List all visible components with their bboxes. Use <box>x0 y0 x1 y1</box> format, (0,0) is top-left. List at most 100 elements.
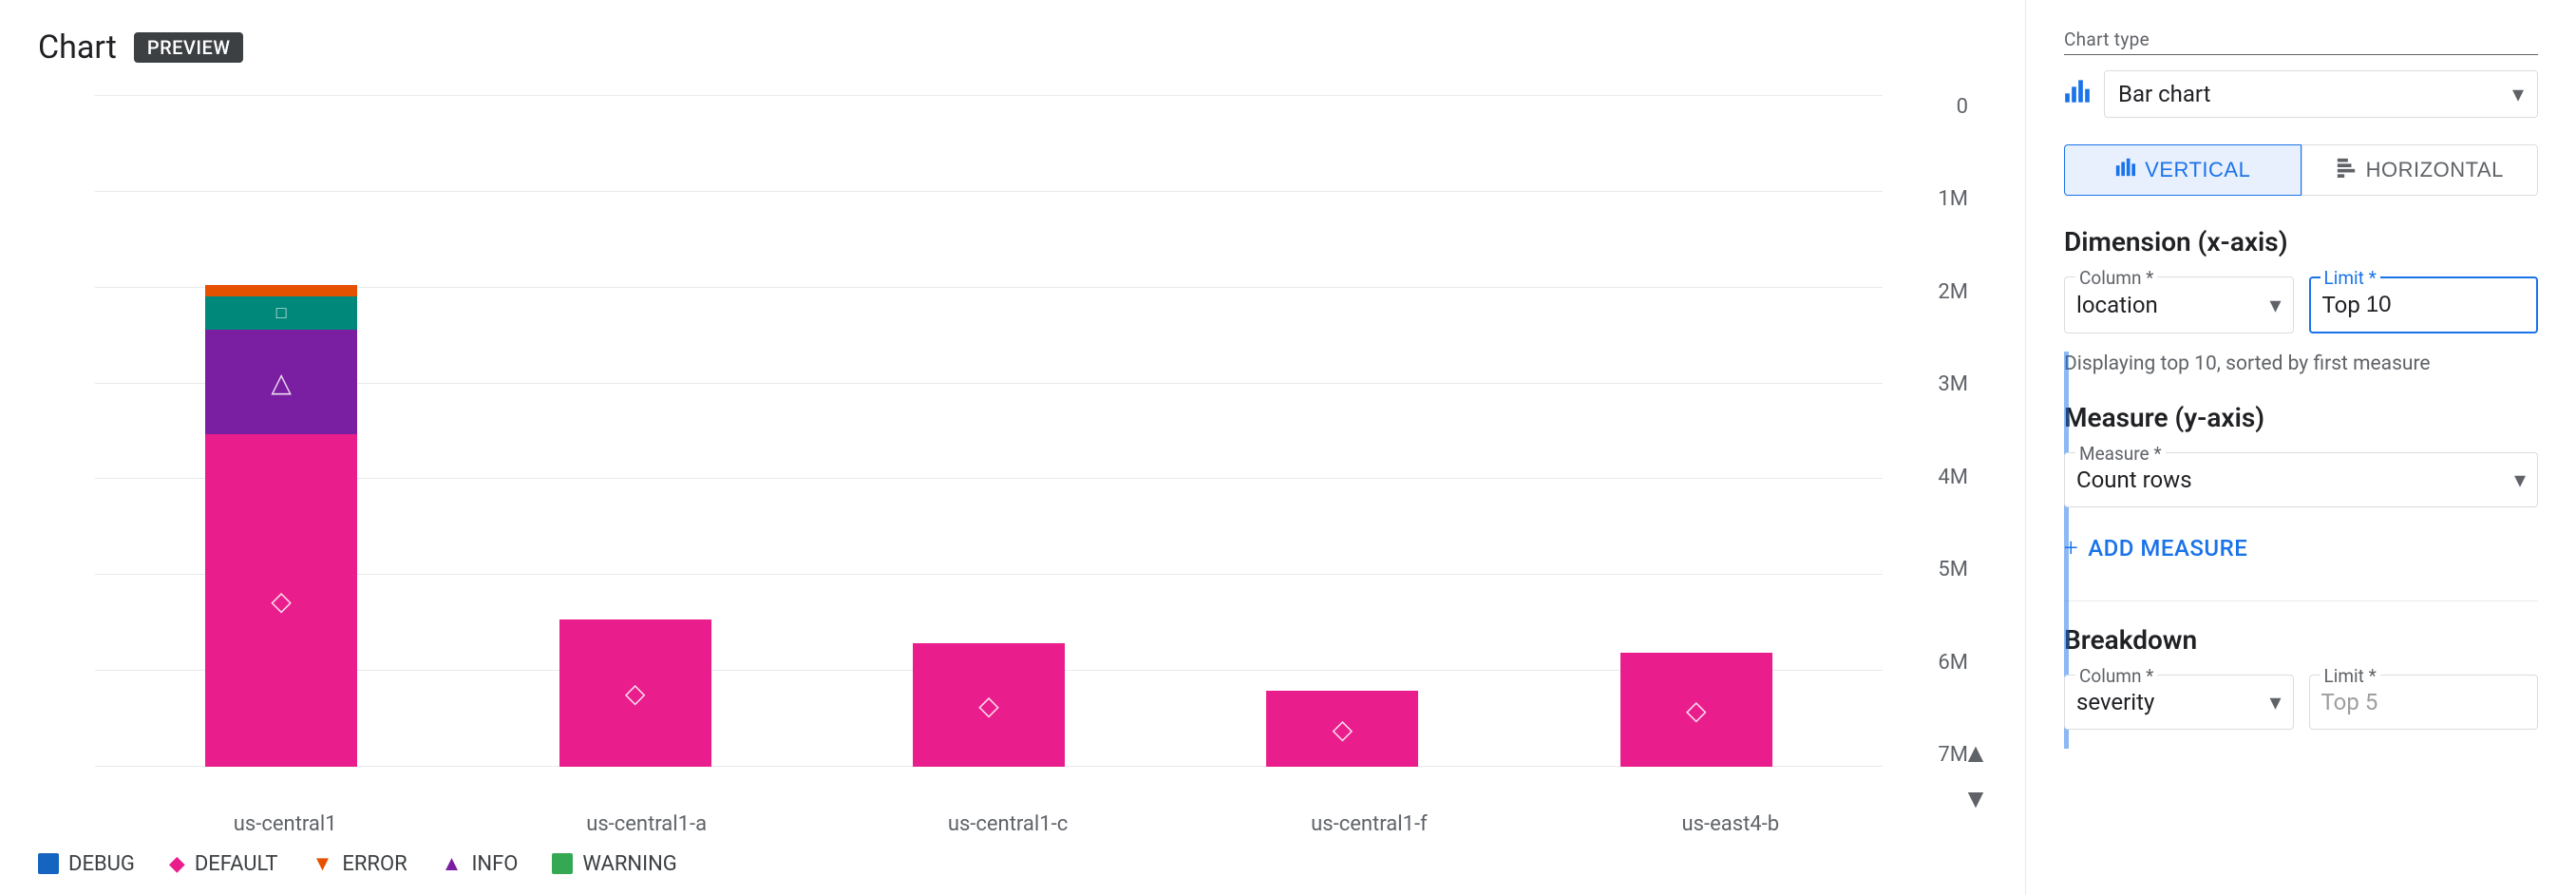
breakdown-field-row: Column * severity ▾ Limit * Top 5 <box>2064 675 2538 730</box>
breakdown-limit-field-group: Limit * Top 5 <box>2309 675 2539 730</box>
triangle-icon: △ <box>271 367 292 398</box>
bar-group: ◇ <box>1548 95 1845 767</box>
bar-stack: ◇ △ □ <box>205 285 357 767</box>
chart-container: 7M 6M 5M 4M 3M 2M 1M 0 ◇ <box>38 95 1987 876</box>
vertical-button[interactable]: VERTICAL <box>2064 144 2301 196</box>
legend-label-info: INFO <box>471 852 518 876</box>
bar-segment-default: ◇ <box>913 643 1065 767</box>
chart-area: Chart PREVIEW 7M 6M 5M 4M 3M <box>0 0 2025 895</box>
bar-segment-default: ◇ <box>205 434 357 767</box>
top-prefix: Top <box>2322 292 2360 318</box>
bar-segment-error <box>205 285 357 296</box>
x-label-us-central1: us-central1 <box>133 812 437 836</box>
chevron-down-icon: ▾ <box>2512 81 2524 107</box>
add-measure-label: ADD MEASURE <box>2088 535 2247 562</box>
column-field-label: Column * <box>2075 267 2157 289</box>
y-label: 1M <box>1938 187 1968 211</box>
measure-section-title: Measure (y-axis) <box>2064 402 2538 433</box>
scroll-up-arrow[interactable]: ▲ <box>1955 732 1997 773</box>
dimension-section-title: Dimension (x-axis) <box>2064 226 2538 257</box>
vertical-icon <box>2114 157 2135 183</box>
bar-segment-info: △ <box>205 330 357 434</box>
horizontal-button[interactable]: HORIZONTAL <box>2301 144 2539 196</box>
scroll-arrows: ▲ ▼ <box>1955 732 1997 819</box>
limit-field-label: Limit * <box>2320 267 2380 289</box>
legend-color-debug <box>38 853 59 874</box>
bar-stack: ◇ <box>559 619 711 767</box>
legend-label-error: ERROR <box>342 852 407 876</box>
legend-label-debug: DEBUG <box>68 852 135 876</box>
bar-group: ◇ △ □ <box>133 95 429 767</box>
bar-group: ◇ <box>486 95 783 767</box>
breakdown-top-prefix: Top <box>2321 689 2359 715</box>
breakdown-limit-value: 5 <box>2365 689 2378 715</box>
triangle-down-legend-icon: ▼ <box>313 851 333 876</box>
legend-label-warning: WARNING <box>582 852 676 876</box>
diamond-icon: ◇ <box>978 690 999 721</box>
bar-chart-icon <box>2064 78 2091 111</box>
orientation-row: VERTICAL HORIZONTAL <box>2064 144 2538 196</box>
column-chevron-down-icon: ▾ <box>2269 292 2281 318</box>
legend-default: ◆ DEFAULT <box>169 852 278 876</box>
diamond-legend-icon: ◆ <box>169 852 185 876</box>
column-value: location <box>2076 292 2158 318</box>
breakdown-column-value: severity <box>2076 689 2154 715</box>
limit-input[interactable] <box>2366 292 2414 318</box>
chart-type-value: Bar chart <box>2118 81 2211 107</box>
column-field-group: Column * location ▾ <box>2064 276 2294 333</box>
measure-chevron-down-icon: ▾ <box>2514 467 2526 493</box>
measure-field-group: Measure * Count rows ▾ <box>2064 452 2538 507</box>
y-label: 6M <box>1938 651 1968 675</box>
bars-area: ◇ △ □ <box>95 95 1883 767</box>
chart-type-dropdown[interactable]: Bar chart ▾ <box>2104 70 2538 118</box>
breakdown-section: Breakdown Column * severity ▾ Limit * To… <box>2064 600 2538 730</box>
measure-value: Count rows <box>2076 467 2192 493</box>
dimension-hint-text: Displaying top 10, sorted by first measu… <box>2064 352 2538 375</box>
x-labels: us-central1 us-central1-a us-central1-c … <box>38 805 1987 836</box>
legend-error: ▼ ERROR <box>313 851 407 876</box>
y-label: 3M <box>1938 372 1968 396</box>
y-label: 5M <box>1938 558 1968 581</box>
bar-group: ◇ <box>1194 95 1490 767</box>
triangle-legend-icon: ▲ <box>442 851 463 876</box>
vertical-label: VERTICAL <box>2145 158 2250 182</box>
right-panel: Chart type Bar chart ▾ VERTICAL <box>2025 0 2576 895</box>
diamond-icon: ◇ <box>271 585 292 617</box>
chart-type-row: Bar chart ▾ <box>2064 70 2538 118</box>
horizontal-label: HORIZONTAL <box>2366 158 2504 182</box>
y-label: 2M <box>1938 280 1968 304</box>
measure-field-label: Measure * <box>2075 443 2166 465</box>
bar-segment-default: ◇ <box>559 619 711 767</box>
legend-color-warning <box>552 853 573 874</box>
x-label-us-central1-c: us-central1-c <box>856 812 1160 836</box>
x-label-us-central1-f: us-central1-f <box>1217 812 1521 836</box>
breakdown-limit-label: Limit * <box>2320 665 2380 687</box>
square-icon: □ <box>276 303 287 323</box>
chart-type-section-label: Chart type <box>2064 29 2538 55</box>
breakdown-column-label: Column * <box>2075 665 2157 687</box>
chart-header: Chart PREVIEW <box>38 29 1987 67</box>
bar-stack: ◇ <box>1620 653 1772 767</box>
diamond-icon: ◇ <box>1686 695 1707 726</box>
legend-label-default: DEFAULT <box>195 852 278 876</box>
horizontal-icon <box>2336 157 2357 183</box>
x-label-us-east4-b: us-east4-b <box>1579 812 1883 836</box>
y-label: 0 <box>1957 95 1968 119</box>
preview-badge: PREVIEW <box>134 32 244 63</box>
legend-warning: WARNING <box>552 852 676 876</box>
chart-legend: DEBUG ◆ DEFAULT ▼ ERROR ▲ INFO WARNING <box>38 851 1987 876</box>
bar-stack: ◇ <box>913 643 1065 767</box>
add-measure-button[interactable]: + ADD MEASURE <box>2064 526 2538 570</box>
bar-segment-default: ◇ <box>1620 653 1772 767</box>
breakdown-column-field-group: Column * severity ▾ <box>2064 675 2294 730</box>
chart-title: Chart <box>38 29 117 67</box>
diamond-icon: ◇ <box>625 677 646 709</box>
breakdown-section-title: Breakdown <box>2064 624 2538 656</box>
diamond-icon: ◇ <box>1333 714 1354 745</box>
y-label: 4M <box>1938 466 1968 489</box>
x-label-us-central1-a: us-central1-a <box>494 812 798 836</box>
limit-field-group: Limit * Top <box>2309 276 2539 333</box>
bar-group: ◇ <box>841 95 1137 767</box>
legend-info: ▲ INFO <box>442 851 519 876</box>
scroll-down-arrow[interactable]: ▼ <box>1955 777 1997 819</box>
